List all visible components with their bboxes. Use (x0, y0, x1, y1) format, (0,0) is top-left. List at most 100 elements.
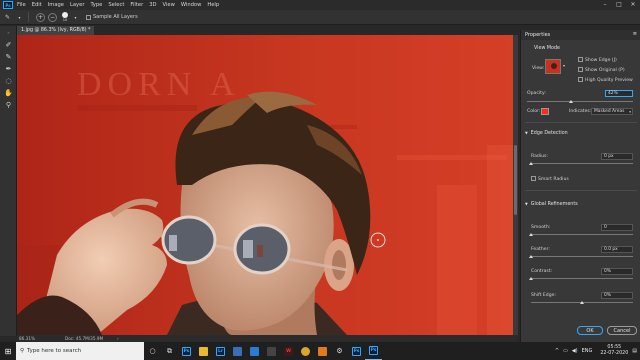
shift-edge-field[interactable]: 0% (601, 292, 633, 299)
chevron-right-icon[interactable]: › (117, 335, 119, 342)
opacity-slider-handle[interactable] (569, 100, 574, 103)
settings-icon[interactable]: ⚙ (331, 342, 348, 360)
sample-all-layers-checkbox[interactable] (86, 14, 91, 20)
view-label: View: (532, 66, 545, 71)
brush-size-picker[interactable]: 10 (62, 12, 68, 22)
show-original-checkbox[interactable] (578, 67, 583, 72)
collapse-icon[interactable]: » (2, 27, 15, 38)
chevron-up-icon[interactable]: ^ (555, 348, 559, 354)
menu-window[interactable]: Window (181, 2, 201, 8)
smooth-slider[interactable] (531, 234, 633, 235)
minimize-icon[interactable]: – (598, 0, 612, 10)
photo-preview: DORN A (17, 35, 517, 335)
show-original-option[interactable]: Show Original (P) (578, 67, 625, 73)
chrome-icon[interactable] (297, 342, 314, 360)
add-to-selection-icon[interactable]: + (36, 12, 45, 22)
refine-brush-tool-icon[interactable]: ✎ (3, 13, 12, 22)
disclosure-triangle-icon: ▼ (525, 131, 528, 135)
brush-tool-icon[interactable]: ✒ (2, 63, 15, 74)
scroll-thumb[interactable] (514, 145, 517, 215)
smooth-slider-handle[interactable] (528, 233, 533, 236)
browser-icon (301, 346, 310, 356)
document-tab[interactable]: 1.jpg @ 86.3% (Ivy, RGB/8) * (17, 26, 95, 35)
menu-select[interactable]: Select (108, 2, 124, 8)
smooth-field[interactable]: 0 (601, 224, 633, 231)
taskbar-photoshop-app[interactable]: Ps (178, 342, 195, 360)
view-mode-thumbnail[interactable] (545, 59, 561, 74)
sample-all-layers-option[interactable]: Sample All Layers (86, 14, 138, 20)
subtract-from-selection-icon[interactable]: − (48, 12, 57, 22)
contrast-slider[interactable] (531, 278, 633, 279)
lasso-tool-icon[interactable]: ◌ (2, 75, 15, 86)
windows-start-icon[interactable]: ⊞ (0, 342, 16, 360)
feather-field[interactable]: 0.0 px (601, 246, 633, 253)
show-edge-checkbox[interactable] (578, 57, 583, 62)
hand-tool-icon[interactable]: ✋ (2, 87, 15, 98)
quick-selection-tool-icon[interactable]: ✐ (2, 39, 15, 50)
chevron-down-icon[interactable]: ▾ (563, 63, 565, 68)
cortana-icon[interactable]: ○ (144, 342, 161, 360)
volume-icon[interactable]: ◀) (572, 348, 578, 354)
clock[interactable]: 05:55 22-07-2020 (600, 345, 628, 357)
network-icon[interactable]: ▭ (563, 348, 568, 354)
task-view-icon[interactable]: ⧉ (161, 342, 178, 360)
show-edge-option[interactable]: Show Edge (J) (578, 57, 617, 63)
smart-radius-checkbox[interactable] (531, 176, 536, 181)
vlc-icon[interactable] (314, 342, 331, 360)
menu-filter[interactable]: Filter (130, 2, 143, 8)
contrast-field[interactable]: 0% (601, 268, 633, 275)
chevron-down-icon[interactable]: ▾ (71, 13, 80, 22)
close-icon[interactable]: ✕ (626, 0, 640, 10)
contrast-slider-handle[interactable] (528, 277, 533, 280)
taskbar-lightroom-app[interactable]: Lr (212, 342, 229, 360)
media-player-icon[interactable] (263, 342, 280, 360)
radius-slider[interactable] (531, 163, 633, 164)
properties-panel: Properties ≡ View Mode View: ▾ Show Edge… (520, 30, 640, 342)
radius-field[interactable]: 0 px (601, 153, 633, 160)
ok-button[interactable]: OK (577, 326, 603, 335)
high-quality-preview-option[interactable]: High Quality Preview (578, 77, 633, 83)
smart-radius-option[interactable]: Smart Radius (531, 176, 569, 182)
taskbar-photoshop-app-3[interactable]: Ps (365, 342, 382, 360)
indicates-select[interactable]: Masked Areas ▾ (591, 108, 633, 115)
notification-icon[interactable]: ▤ (632, 348, 637, 354)
edge-detection-section[interactable]: ▼ Edge Detection (525, 131, 568, 136)
maximize-icon[interactable]: □ (612, 0, 626, 10)
zoom-tool-icon[interactable]: ⚲ (2, 99, 15, 110)
photos-app-icon[interactable] (229, 342, 246, 360)
menu-help[interactable]: Help (207, 2, 219, 8)
zoom-level[interactable]: 86.31% (19, 335, 35, 342)
taskbar-photoshop-app-2[interactable]: Ps (348, 342, 365, 360)
opacity-slider[interactable] (527, 101, 633, 102)
language-indicator[interactable]: ENG (582, 348, 593, 354)
global-refinements-section[interactable]: ▼ Global Refinements (525, 202, 578, 207)
feather-slider[interactable] (531, 256, 633, 257)
opacity-field[interactable]: 42% (605, 90, 633, 97)
vertical-scrollbar[interactable] (513, 35, 518, 335)
menu-layer[interactable]: Layer (70, 2, 84, 8)
chevron-down-icon[interactable]: ▾ (15, 13, 24, 22)
menu-3d[interactable]: 3D (149, 2, 156, 8)
feather-slider-handle[interactable] (528, 255, 533, 258)
menu-type[interactable]: Type (90, 2, 102, 8)
mail-icon[interactable] (246, 342, 263, 360)
refine-edge-brush-tool-icon[interactable]: ✎ (2, 51, 15, 62)
options-bar: ✎ ▾ + − 10 ▾ Sample All Layers (0, 10, 640, 25)
menu-view[interactable]: View (163, 2, 175, 8)
overlay-color-swatch[interactable] (541, 108, 549, 115)
menu-image[interactable]: Image (48, 2, 64, 8)
file-explorer-icon[interactable] (195, 342, 212, 360)
global-refinements-heading: Global Refinements (530, 202, 578, 207)
menu-edit[interactable]: Edit (32, 2, 42, 8)
photoshop-icon: Ps (352, 346, 361, 356)
high-quality-preview-checkbox[interactable] (578, 77, 583, 82)
panel-menu-icon[interactable]: ≡ (633, 31, 637, 37)
cancel-button[interactable]: Cancel (607, 326, 637, 335)
game-app-icon[interactable]: W (280, 342, 297, 360)
radius-slider-handle[interactable] (528, 162, 533, 165)
color-label: Color: (527, 109, 541, 114)
shift-edge-slider-handle[interactable] (579, 301, 584, 304)
taskbar-search-box[interactable]: ⚲ Type here to search (16, 342, 144, 360)
menu-file[interactable]: File (17, 2, 26, 8)
document-canvas[interactable]: DORN A (17, 35, 517, 335)
